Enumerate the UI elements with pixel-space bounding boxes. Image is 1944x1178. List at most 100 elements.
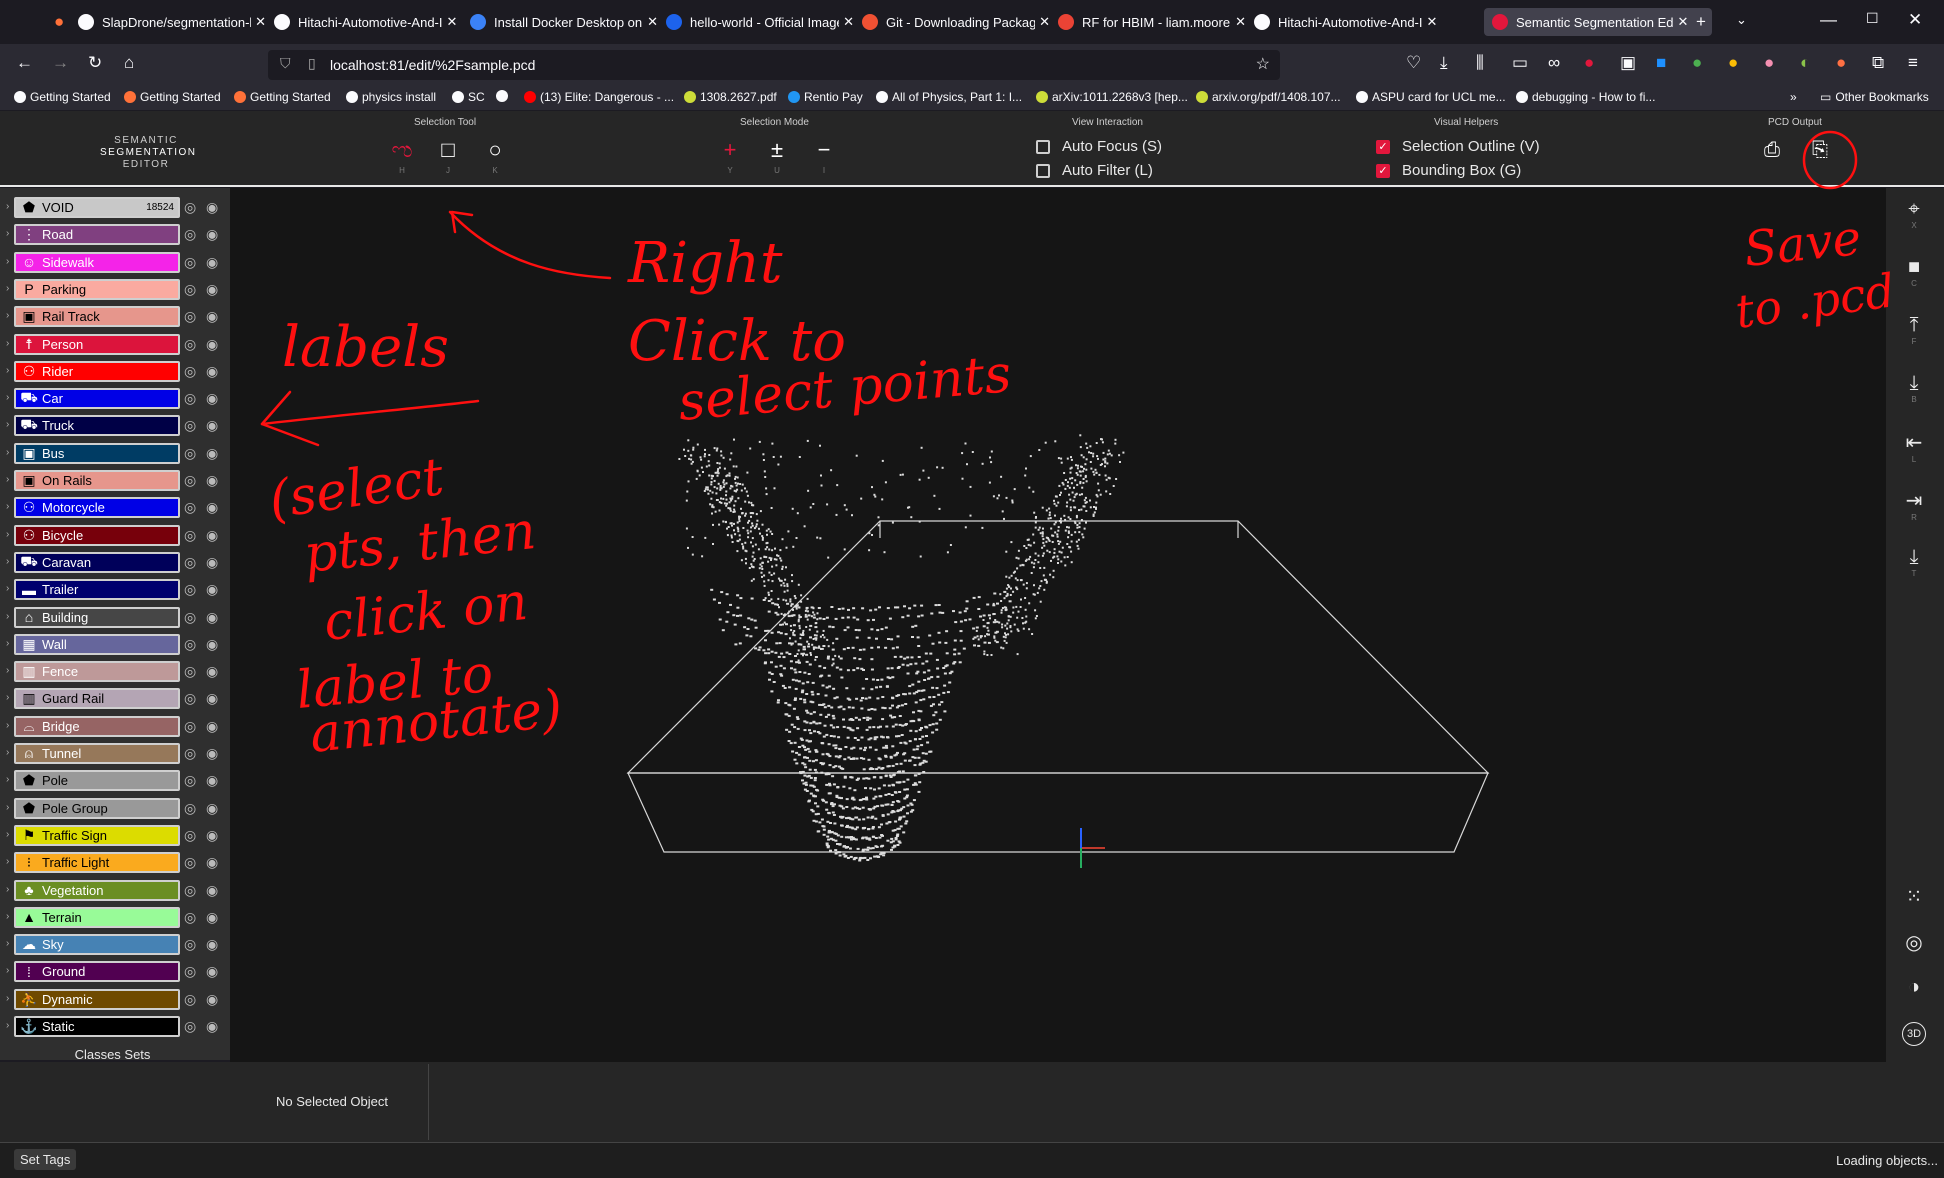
set-tags-button[interactable]: Set Tags <box>14 1149 77 1170</box>
minus-button[interactable]: − I <box>810 138 838 176</box>
maximize-icon[interactable]: ☐ <box>1866 10 1879 27</box>
eye-icon[interactable]: ◉ <box>206 581 218 598</box>
expand-arrow-icon[interactable]: › <box>6 911 9 922</box>
bookmark-item[interactable]: Rentio Pay <box>788 90 863 104</box>
tab-close-icon[interactable]: ✕ <box>1235 14 1246 30</box>
expand-arrow-icon[interactable]: › <box>6 938 9 949</box>
bookmark-item[interactable]: 1308.2627.pdf <box>684 90 777 104</box>
checkbox-box[interactable]: ✓ <box>1376 139 1390 154</box>
grid-dots-button[interactable]: ⁙ <box>1899 884 1929 909</box>
label-button[interactable]: ⚓ Static <box>14 1016 180 1037</box>
save-pcd-button[interactable]: ⎘ <box>1806 138 1834 162</box>
label-button[interactable]: ▣ On Rails <box>14 470 180 491</box>
eye-icon[interactable]: ◉ <box>206 854 218 871</box>
reload-icon[interactable]: ↻ <box>88 53 102 73</box>
hide-eye-icon[interactable]: ◎ <box>184 636 196 653</box>
top-view-button[interactable]: ⤓ T <box>1899 546 1929 578</box>
hide-eye-icon[interactable]: ◎ <box>184 772 196 789</box>
extension-green-icon[interactable]: ● <box>1692 53 1702 73</box>
expand-arrow-icon[interactable]: › <box>6 638 9 649</box>
bookmark-item[interactable]: ASPU card for UCL me... <box>1356 90 1506 104</box>
hide-eye-icon[interactable]: ◎ <box>184 554 196 571</box>
more-bookmarks-icon[interactable]: » <box>1790 90 1797 104</box>
extension-yellow-icon[interactable]: ● <box>1728 53 1738 73</box>
back-icon[interactable]: ← <box>16 53 33 73</box>
bookmark-item[interactable]: Getting Started <box>234 90 331 104</box>
eye-icon[interactable]: ◉ <box>206 308 218 325</box>
hide-eye-icon[interactable]: ◎ <box>184 991 196 1008</box>
circle-button[interactable]: ○ K <box>481 138 509 176</box>
label-button[interactable]: ⁞ Ground <box>14 961 180 983</box>
left-view-button[interactable]: ⇤ L <box>1899 430 1929 464</box>
other-bookmarks[interactable]: ▭ Other Bookmarks <box>1820 90 1929 104</box>
expand-arrow-icon[interactable]: › <box>6 802 9 813</box>
label-button[interactable]: ▲ Terrain <box>14 906 180 928</box>
hide-eye-icon[interactable]: ◎ <box>184 527 196 544</box>
expand-arrow-icon[interactable]: › <box>6 419 9 430</box>
expand-arrow-icon[interactable]: › <box>6 228 9 239</box>
label-button[interactable]: ⛟ Truck <box>14 415 180 437</box>
browser-tab[interactable]: Semantic Segmentation Ed ✕ <box>1484 8 1712 36</box>
expand-arrow-icon[interactable]: › <box>6 1020 9 1031</box>
forward-icon[interactable]: → <box>52 53 69 73</box>
label-button[interactable]: ☨ Person <box>14 333 180 355</box>
home-icon[interactable]: ⌂ <box>124 53 134 73</box>
checkbox-bounding-box-g[interactable]: ✓ Bounding Box (G) <box>1376 162 1521 179</box>
downloads-icon[interactable]: ⤓ <box>1440 53 1448 73</box>
3d-rotate-button[interactable]: 3D <box>1899 1022 1929 1046</box>
checkbox-selection-outline-v[interactable]: ✓ Selection Outline (V) <box>1376 138 1540 155</box>
eye-icon[interactable]: ◉ <box>206 936 218 953</box>
new-tab-icon[interactable]: + <box>1696 12 1706 32</box>
bookmark-star-icon[interactable]: ☆ <box>1256 54 1270 74</box>
eye-icon[interactable]: ◉ <box>206 254 218 271</box>
hide-eye-icon[interactable]: ◎ <box>184 472 196 489</box>
expand-arrow-icon[interactable]: › <box>6 720 9 731</box>
hide-eye-icon[interactable]: ◎ <box>184 963 196 980</box>
eye-icon[interactable]: ◉ <box>206 690 218 707</box>
tab-close-icon[interactable]: ✕ <box>1039 14 1050 30</box>
label-button[interactable]: ⛹ Dynamic <box>14 988 180 1010</box>
label-button[interactable]: ⚇ Rider <box>14 360 180 382</box>
tab-close-icon[interactable]: ✕ <box>447 14 458 30</box>
label-button[interactable]: ▥ Guard Rail <box>14 688 180 710</box>
eye-icon[interactable]: ◉ <box>206 663 218 680</box>
label-button[interactable]: ⌓ Bridge <box>14 715 180 737</box>
expand-arrow-icon[interactable]: › <box>6 993 9 1004</box>
browser-tab[interactable]: Hitachi-Automotive-And-I ✕ <box>1254 8 1442 36</box>
hide-eye-icon[interactable]: ◎ <box>184 445 196 462</box>
label-button[interactable]: ♣ Vegetation <box>14 879 180 901</box>
plus-minus-button[interactable]: ± U <box>763 138 791 176</box>
right-view-button[interactable]: ⇥ R <box>1899 488 1929 522</box>
label-button[interactable]: ⍝ Tunnel <box>14 743 180 764</box>
tab-close-icon[interactable]: ✕ <box>843 14 854 30</box>
expand-arrow-icon[interactable]: › <box>6 365 9 376</box>
eye-icon[interactable]: ◉ <box>206 445 218 462</box>
hide-eye-icon[interactable]: ◎ <box>184 417 196 434</box>
extension-orange-icon[interactable]: ● <box>1836 53 1846 73</box>
expand-arrow-icon[interactable]: › <box>6 829 9 840</box>
hide-eye-icon[interactable]: ◎ <box>184 936 196 953</box>
rectangle-button[interactable]: □ J <box>434 138 462 176</box>
eye-icon[interactable]: ◉ <box>206 827 218 844</box>
label-button[interactable]: ⌂ Building <box>14 606 180 628</box>
library-icon[interactable]: ⫼ <box>1476 53 1484 73</box>
hide-eye-icon[interactable]: ◎ <box>184 199 196 216</box>
bookmark-item[interactable]: physics install <box>346 90 436 104</box>
eye-icon[interactable]: ◉ <box>206 527 218 544</box>
eye-icon[interactable]: ◉ <box>206 609 218 626</box>
window-close-icon[interactable]: ✕ <box>1908 10 1922 30</box>
eye-icon[interactable]: ◉ <box>206 554 218 571</box>
expand-arrow-icon[interactable]: › <box>6 529 9 540</box>
label-button[interactable]: ⚇ Motorcycle <box>14 497 180 519</box>
classes-sets-button[interactable]: Classes Sets <box>0 1047 225 1062</box>
browser-tab[interactable]: Install Docker Desktop on W ✕ <box>470 8 658 36</box>
browser-tab[interactable]: hello-world - Official Image ✕ <box>666 8 854 36</box>
checkbox-auto-focus-s[interactable]: Auto Focus (S) <box>1036 138 1162 155</box>
label-button[interactable]: ☁ Sky <box>14 934 180 956</box>
point-cloud-canvas[interactable] <box>230 188 1886 1062</box>
menu-icon[interactable]: ≡ <box>1908 53 1918 73</box>
eye-icon[interactable]: ◉ <box>206 772 218 789</box>
expand-arrow-icon[interactable]: › <box>6 665 9 676</box>
expand-arrow-icon[interactable]: › <box>6 201 9 212</box>
expand-arrow-icon[interactable]: › <box>6 965 9 976</box>
